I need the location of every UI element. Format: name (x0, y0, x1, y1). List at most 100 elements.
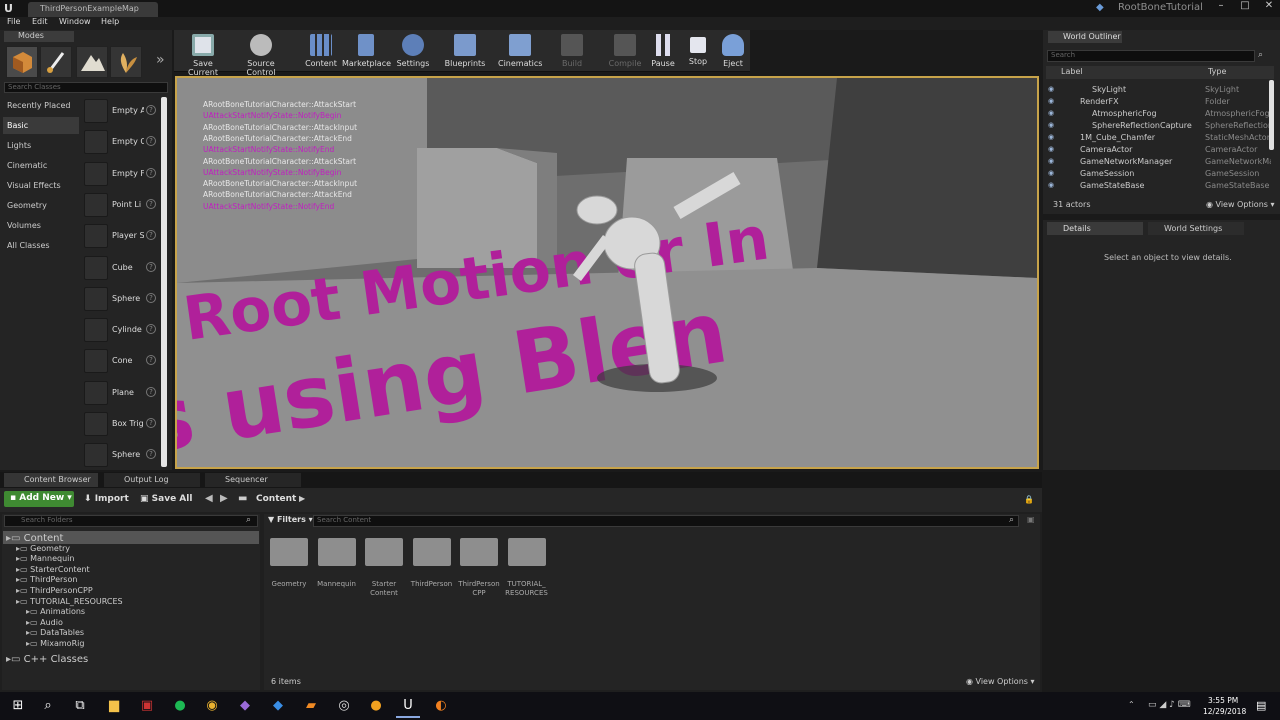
category-visual-effects[interactable]: Visual Effects (3, 177, 79, 194)
app-icon[interactable]: ▣ (135, 694, 159, 718)
outliner-search-input[interactable]: Search (1047, 50, 1255, 62)
help-icon[interactable]: ? (146, 324, 156, 335)
visibility-eye-icon[interactable]: ◉ (1048, 181, 1058, 189)
unreal-engine-icon[interactable]: U (396, 694, 420, 718)
source-control-button[interactable]: Source Control (233, 32, 289, 77)
folder-tree-item[interactable]: ▸▭ DataTables (26, 628, 84, 637)
nav-forward-icon[interactable]: ▶ (220, 493, 228, 504)
content-button[interactable]: Content (304, 32, 338, 72)
chrome-icon[interactable]: ◉ (200, 694, 224, 718)
place-actor-item[interactable]: Cone? (82, 348, 160, 376)
app-icon-2[interactable]: ● (364, 694, 388, 718)
asset-folder-tile[interactable]: Starter Content (362, 538, 406, 598)
filters-button[interactable]: ▼ Filters ▾ (268, 515, 313, 524)
world-outliner-tab[interactable]: World Outliner (1048, 31, 1122, 43)
visibility-eye-icon[interactable]: ◉ (1048, 97, 1058, 105)
pause-button[interactable]: Pause (650, 32, 676, 72)
clock-date[interactable]: 12/29/2018 (1203, 707, 1246, 716)
folder-tree-item[interactable]: ▸▭ MixamoRig (26, 639, 84, 648)
content-view-options[interactable]: ◉ View Options ▾ (966, 677, 1035, 686)
menu-window[interactable]: Window (59, 17, 91, 26)
search-classes-input[interactable]: Search Classes (4, 82, 168, 93)
tray-icons[interactable]: ▭ ◢ ♪ ⌨ (1148, 700, 1191, 710)
help-icon[interactable]: ? (146, 105, 156, 115)
outliner-scrollbar[interactable] (1269, 80, 1274, 150)
outliner-row[interactable]: ◉ 1M_Cube_Chamfer StaticMeshActor (1046, 132, 1274, 144)
lock-icon[interactable]: 🔒 (1024, 495, 1034, 504)
outliner-row[interactable]: ◉ GameNetworkManager GameNetworkMa (1046, 156, 1274, 168)
sequencer-tab[interactable]: Sequencer (205, 473, 301, 487)
category-basic[interactable]: Basic (3, 117, 79, 134)
modes-tab[interactable]: Modes (4, 31, 74, 42)
folder-tree-item[interactable]: ▸▭ C++ Classes (6, 654, 88, 665)
asset-folder-tile[interactable]: ThirdPerson CPP (457, 538, 501, 598)
folder-tree-item[interactable]: ▸▭ Content (6, 533, 63, 544)
task-view-icon[interactable]: ⧉ (68, 694, 92, 718)
compile-button[interactable]: Compile (608, 32, 642, 72)
folder-tree-item[interactable]: ▸▭ ThirdPersonCPP (16, 586, 93, 595)
place-actor-item[interactable]: Empty F? (82, 161, 160, 189)
place-actor-item[interactable]: Sphere? (82, 442, 160, 470)
asset-folder-tile[interactable]: Geometry (267, 538, 311, 589)
details-tab[interactable]: Details (1047, 222, 1143, 235)
outliner-row[interactable]: ◉ CameraActor CameraActor (1046, 144, 1274, 156)
place-actor-item[interactable]: Player S? (82, 223, 160, 251)
category-all-classes[interactable]: All Classes (3, 237, 79, 254)
path-content[interactable]: Content (256, 494, 296, 504)
eject-button[interactable]: Eject (720, 32, 746, 72)
visibility-eye-icon[interactable]: ◉ (1048, 145, 1058, 153)
visibility-eye-icon[interactable]: ◉ (1048, 133, 1058, 141)
category-geometry[interactable]: Geometry (3, 197, 79, 214)
folder-tree-item[interactable]: ▸▭ Animations (26, 607, 85, 616)
settings-button[interactable]: Settings (396, 32, 430, 72)
folder-tree-item[interactable]: ▸▭ Audio (26, 618, 63, 627)
place-actor-item[interactable]: Cube? (82, 255, 160, 283)
asset-folder-tile[interactable]: TUTORIAL_ RESOURCES (505, 538, 549, 598)
vscode-icon[interactable]: ◆ (266, 694, 290, 718)
help-icon[interactable]: ? (146, 167, 156, 178)
outliner-row[interactable]: ◉ SkyLight SkyLight (1046, 84, 1274, 96)
foliage-mode-icon[interactable] (110, 46, 142, 78)
menu-file[interactable]: File (7, 17, 20, 26)
clock-time[interactable]: 3:55 PM (1208, 696, 1238, 705)
file-explorer-icon[interactable]: ▆ (102, 694, 126, 718)
blueprints-button[interactable]: Blueprints (444, 32, 486, 72)
visibility-eye-icon[interactable]: ◉ (1048, 109, 1058, 117)
search-content-input[interactable]: Search Content (313, 515, 1019, 527)
visibility-eye-icon[interactable]: ◉ (1048, 169, 1058, 177)
visibility-eye-icon[interactable]: ◉ (1048, 85, 1058, 93)
outliner-row[interactable]: ◉ SphereReflectionCapture SphereReflection (1046, 120, 1274, 132)
help-icon[interactable]: ? (146, 386, 156, 397)
search-folders-input[interactable]: Search Folders (4, 515, 258, 527)
blender-icon[interactable]: ◐ (429, 694, 453, 718)
folder-tree-item[interactable]: ▸▭ StarterContent (16, 565, 90, 574)
path-arrow-icon[interactable]: ▶ (299, 494, 305, 503)
menu-help[interactable]: Help (101, 17, 119, 26)
unity-icon[interactable]: ◎ (332, 694, 356, 718)
nav-back-icon[interactable]: ◀ (205, 493, 213, 504)
outliner-row[interactable]: ◉ GameSession GameSession (1046, 168, 1274, 180)
search-icon[interactable]: ⌕ (36, 694, 60, 718)
spotify-icon[interactable]: ● (168, 694, 192, 718)
modes-scrollbar[interactable] (161, 97, 167, 467)
output-log-tab[interactable]: Output Log (104, 473, 200, 487)
help-icon[interactable]: ? (146, 230, 156, 241)
place-mode-icon[interactable] (6, 46, 38, 78)
column-type[interactable]: Type (1208, 67, 1226, 76)
outliner-row[interactable]: ◉ RenderFX Folder (1046, 96, 1274, 108)
category-recently-placed[interactable]: Recently Placed (3, 97, 79, 114)
sublime-icon[interactable]: ▰ (299, 694, 323, 718)
stop-button[interactable]: Stop (686, 32, 710, 72)
asset-folder-tile[interactable]: ThirdPerson (410, 538, 454, 589)
save-current-button[interactable]: Save Current (178, 32, 228, 77)
visual-studio-icon[interactable]: ◆ (233, 694, 257, 718)
category-cinematic[interactable]: Cinematic (3, 157, 79, 174)
map-tab[interactable]: ThirdPersonExampleMap (28, 2, 158, 17)
help-icon[interactable]: ? (146, 418, 156, 428)
place-actor-item[interactable]: Plane? (82, 380, 160, 408)
save-search-icon[interactable]: ▣ (1027, 515, 1035, 524)
column-label[interactable]: Label (1061, 67, 1083, 76)
place-actor-item[interactable]: Cylinde? (82, 317, 160, 345)
outliner-row[interactable]: ◉ GameStateBase GameStateBase (1046, 180, 1274, 192)
close-button[interactable]: ✕ (1258, 0, 1280, 14)
